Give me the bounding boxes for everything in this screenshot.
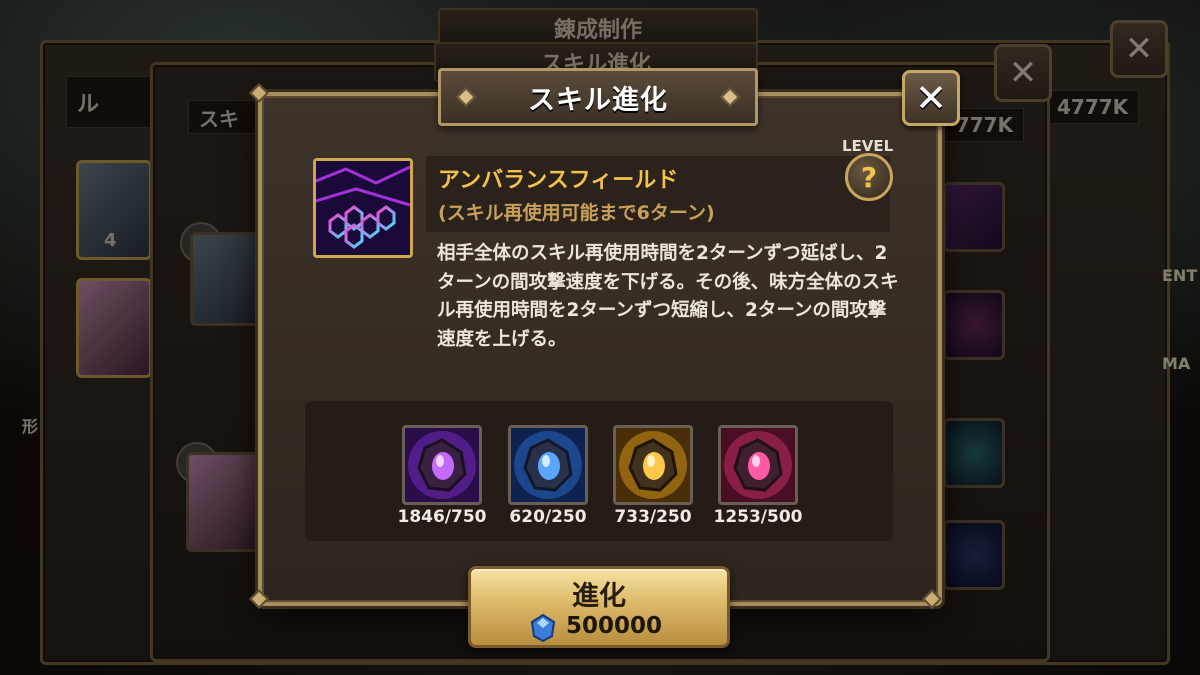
- evolve-cost: 500000: [566, 613, 663, 639]
- material-slot[interactable]: [613, 425, 693, 505]
- magenta-rune-essence-icon: [721, 428, 795, 502]
- title-diamond-icon: [720, 87, 740, 107]
- material-count: 733/250: [614, 507, 692, 527]
- hexagon-field-icon: [316, 161, 410, 255]
- level-help-button[interactable]: ?: [845, 153, 893, 201]
- skill-cooldown: (スキル再使用可能まで6ターン): [438, 202, 715, 224]
- skill-description: 相手全体のスキル再使用時間を2ターンずつ延ばし、2ターンの間攻撃速度を下げる。そ…: [437, 243, 899, 350]
- dialog-title-bar: スキル進化: [438, 68, 758, 126]
- crystal-icon: [530, 614, 556, 642]
- material-count: 1253/500: [713, 507, 803, 527]
- material-slot[interactable]: [508, 425, 588, 505]
- skill-name: アンバランスフィールド: [438, 168, 679, 193]
- evolve-button-label: 進化: [572, 581, 626, 612]
- material-count: 620/250: [509, 507, 587, 527]
- gold-rune-essence-icon: [616, 428, 690, 502]
- dialog-title: スキル進化: [528, 84, 668, 116]
- skill-icon: [313, 158, 413, 258]
- violet-rune-essence-icon: [405, 428, 479, 502]
- material-count: 1846/750: [397, 507, 487, 527]
- blue-rune-essence-icon: [511, 428, 585, 502]
- close-button[interactable]: ✕: [902, 70, 960, 126]
- material-slot[interactable]: [402, 425, 482, 505]
- title-diamond-icon: [456, 87, 476, 107]
- material-slot[interactable]: [718, 425, 798, 505]
